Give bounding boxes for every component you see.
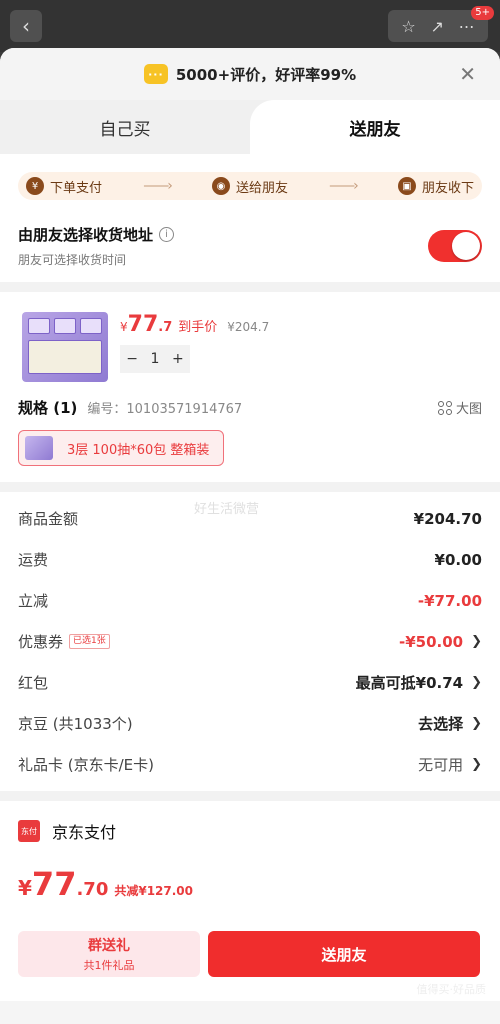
payment-method-label: 京东支付 [52,823,117,842]
chevron-left-icon: ‹ [22,14,30,38]
fee-row-coupon[interactable]: 优惠券 已选1张 -¥50.00 ❯ [18,621,482,662]
price-tag: 到手价 [178,320,218,335]
watermark: 好生活微营 [194,502,260,517]
fee-row-redpacket[interactable]: 红包 最高可抵¥0.74 ❯ [18,662,482,703]
step-receive: ▣ 朋友收下 [397,177,474,196]
yen-icon: ¥ [26,177,44,195]
spec-option-chip[interactable]: 3层 100抽*60包 整箱装 [18,430,225,466]
chevron-right-icon: ❯ [471,757,482,772]
spec-option-label: 3层 100抽*60包 整箱装 [67,442,210,458]
address-toggle[interactable] [428,230,482,262]
spec-title: 规格 (1) [18,399,78,417]
arrow-right-icon: ——› [329,178,359,194]
tab-send-friend[interactable]: 送朋友 [250,100,500,154]
chevron-right-icon: ❯ [471,634,482,649]
fee-label: 立减 [18,592,49,610]
fee-label: 京豆 (共1033个) [18,715,133,733]
top-nav-bar: ‹ ☆ ↗ ⋯ 5+ [0,0,500,52]
fee-row-giftcard[interactable]: 礼品卡 (京东卡/E卡) 无可用 ❯ [18,744,482,785]
fee-label: 红包 [18,674,49,692]
payment-section: 东付 京东支付 ¥ 77 .70 共减¥127.00 群送礼 共1件礼品 送朋友… [0,801,500,1001]
product-code: 编号：10103571914767 [87,402,243,417]
jd-pay-icon: 东付 [18,820,40,842]
toggle-knob [452,232,480,260]
group-gift-button[interactable]: 群送礼 共1件礼品 [18,931,200,977]
step-label: 下单支付 [50,180,103,196]
gift-steps: ¥ 下单支付 ——› ◉ 送给朋友 ——› ▣ 朋友收下 [18,172,482,200]
chevron-right-icon: ❯ [471,675,482,690]
quantity-value[interactable]: 1 [151,351,160,367]
gift-flow-card: ¥ 下单支付 ——› ◉ 送给朋友 ——› ▣ 朋友收下 由朋友选择收货地址 i … [0,154,500,282]
address-subtitle: 朋友可选择收货时间 [18,253,127,267]
rating-bar: ··· 5000+评价，好评率99% ✕ [0,48,500,100]
coupon-selected-badge: 已选1张 [69,634,110,649]
fee-value: ¥204.70 [413,509,482,528]
purchase-tabs: 自己买 送朋友 [0,100,500,154]
fee-value: ¥0.00 [434,550,482,569]
fee-value: 去选择 [418,715,464,733]
share-icon[interactable]: ↗ [430,17,443,36]
notification-badge: 5+ [471,6,494,20]
grid-icon [437,400,452,415]
fee-label: 运费 [18,551,49,569]
total-decimal: .70 [76,879,109,900]
big-image-button[interactable]: 大图 [437,398,482,417]
star-icon[interactable]: ☆ [401,17,415,36]
product-image[interactable] [22,312,108,382]
chat-bubble-icon: ··· [143,64,168,84]
step-label: 朋友收下 [421,180,474,196]
total-saved: 共减¥127.00 [114,884,194,898]
quantity-stepper: − 1 + [120,345,190,373]
plus-button[interactable]: + [172,351,184,367]
fee-label: 优惠券 [18,633,64,651]
group-gift-sub: 共1件礼品 [83,959,135,972]
arrow-right-icon: ——› [143,178,173,194]
step-label: 送给朋友 [235,180,288,196]
price-symbol: ¥ [120,320,128,334]
fee-value: -¥50.00 [398,632,464,651]
fee-list: 商品金额 ¥204.70 运费 ¥0.00 立减 -¥77.00 优惠券 已选1张 -¥5… [0,492,500,791]
back-button[interactable]: ‹ [10,10,42,42]
group-gift-label: 群送礼 [88,938,130,954]
tab-buy-self[interactable]: 自己买 [0,100,250,154]
fee-row-jingdou[interactable]: 京豆 (共1033个) 去选择 ❯ [18,703,482,744]
footer-watermark: 值得买·好品质 [416,983,487,996]
chevron-right-icon: ❯ [471,716,482,731]
friend-address-option: 由朋友选择收货地址 i 朋友可选择收货时间 [0,212,500,282]
step-send: ◉ 送给朋友 [211,177,288,196]
price-integer: 77 [127,312,159,337]
spec-thumbnail [25,436,53,460]
rating-text: 5000+评价，好评率99% [175,65,357,84]
step-pay: ¥ 下单支付 [26,177,102,196]
big-image-label: 大图 [455,402,482,417]
address-title: 由朋友选择收货地址 [18,226,154,244]
close-icon[interactable]: ✕ [459,62,476,86]
gift-order-sheet: ··· 5000+评价，好评率99% ✕ 自己买 送朋友 ¥ 下单支付 ——› … [0,48,500,1024]
send-friend-button[interactable]: 送朋友 [208,931,480,977]
gift-icon: ▣ [397,177,416,195]
more-icon[interactable]: ⋯ [459,17,475,36]
chat-icon: ◉ [211,177,230,195]
fee-value: 无可用 [418,756,464,774]
original-price: ¥204.7 [227,320,270,334]
total-price: ¥ 77 .70 共减¥127.00 [18,865,482,903]
payment-method[interactable]: 东付 京东支付 [18,819,482,843]
fee-label: 商品金额 [18,510,79,528]
total-integer: 77 [31,865,77,903]
fee-label: 礼品卡 (京东卡/E卡) [18,756,155,774]
info-icon[interactable]: i [159,227,175,242]
total-symbol: ¥ [18,876,32,900]
product-price: ¥ 77 .7 到手价 ¥204.7 [120,312,482,337]
fee-row-discount: 立减 -¥77.00 [18,580,482,621]
fee-value: -¥77.00 [417,591,482,610]
product-card: ¥ 77 .7 到手价 ¥204.7 − 1 + 规格 (1) 编号：10103… [0,292,500,482]
fee-value: 最高可抵¥0.74 [355,674,464,692]
minus-button[interactable]: − [126,351,138,367]
price-decimal: .7 [158,320,173,335]
fee-row-shipping: 运费 ¥0.00 [18,539,482,580]
